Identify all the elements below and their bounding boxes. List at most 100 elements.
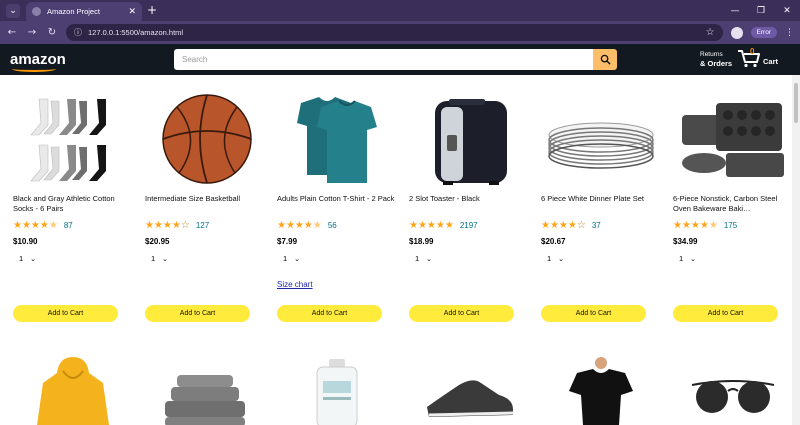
bookmark-star-icon[interactable]: ☆	[706, 27, 715, 38]
quantity-select[interactable]: 1 ⌄	[673, 254, 793, 263]
rating-stars-icon: ★★★★★	[13, 220, 58, 231]
product-rating: ★★★★☆ 37	[541, 220, 661, 231]
rating-count[interactable]: 127	[196, 221, 209, 230]
search-button[interactable]	[593, 49, 617, 70]
rating-count[interactable]: 56	[328, 221, 337, 230]
search-input[interactable]	[174, 49, 593, 70]
product-price: $34.99	[673, 237, 698, 246]
product-name[interactable]: 2 Slot Toaster - Black	[409, 194, 529, 214]
quantity-select[interactable]: 1 ⌄	[409, 254, 529, 263]
amazon-header: amazon Returns & Orders 0 Cart	[0, 44, 800, 75]
product-image-bakeware[interactable]	[673, 93, 793, 189]
add-to-cart-button[interactable]: Add to Cart	[13, 305, 118, 322]
error-badge[interactable]: Error	[750, 27, 777, 38]
chevron-down-icon: ⌄	[558, 254, 565, 263]
rating-count[interactable]: 37	[592, 221, 601, 230]
black-tshirt-image	[569, 357, 633, 425]
quantity-select[interactable]: 1 ⌄	[541, 254, 661, 263]
cart-icon	[738, 50, 760, 68]
add-to-cart-button[interactable]: Add to Cart	[541, 305, 646, 322]
forward-icon[interactable]: →	[26, 27, 38, 38]
chevron-down-icon: ⌄	[426, 254, 433, 263]
site-info-icon[interactable]: ⓘ	[74, 27, 82, 38]
hoodie-image	[37, 357, 109, 425]
product-image-sunglasses[interactable]	[673, 355, 793, 425]
quantity-select[interactable]: 1 ⌄	[13, 254, 133, 263]
add-to-cart-button[interactable]: Add to Cart	[409, 305, 514, 322]
tab-search-button[interactable]: ⌄	[6, 4, 20, 18]
product-image-toaster[interactable]	[409, 93, 529, 189]
browser-tab[interactable]: Amazon Project ✕	[26, 2, 142, 21]
product-image-plates[interactable]	[541, 93, 661, 189]
sunglasses-image	[691, 380, 775, 413]
product-card: Black and Gray Athletic Cotton Socks - 6…	[13, 93, 133, 263]
add-to-cart-button[interactable]: Add to Cart	[277, 305, 382, 322]
address-toolbar: ← → ↻ ⓘ 127.0.0.1:5500/amazon.html ☆ Err…	[0, 21, 800, 44]
chevron-down-icon: ⌄	[162, 254, 169, 263]
logo-smile-icon	[12, 66, 56, 72]
rating-count[interactable]: 2197	[460, 221, 478, 230]
cart-count: 0	[750, 47, 755, 56]
product-card: 6-Piece Nonstick, Carbon Steel Oven Bake…	[673, 93, 793, 263]
product-image-basketball[interactable]	[145, 93, 265, 189]
product-name[interactable]: Intermediate Size Basketball	[145, 194, 265, 214]
logo-text: amazon	[10, 50, 66, 68]
close-tab-icon[interactable]: ✕	[128, 7, 136, 17]
product-image-socks[interactable]	[13, 93, 133, 189]
product-image-hoodie[interactable]	[13, 355, 133, 425]
quantity-select[interactable]: 1 ⌄	[145, 254, 265, 263]
quantity-value: 1	[19, 254, 24, 263]
product-card	[13, 355, 133, 425]
product-image-towels[interactable]	[145, 355, 265, 425]
rating-count[interactable]: 175	[724, 221, 737, 230]
cart-link[interactable]: 0 Cart	[737, 47, 778, 68]
plates-image	[548, 122, 654, 169]
globe-icon	[32, 7, 41, 16]
detergent-image	[316, 359, 358, 425]
search-icon	[600, 54, 611, 65]
product-name[interactable]: 6-Piece Nonstick, Carbon Steel Oven Bake…	[673, 194, 793, 214]
page-scrollbar[interactable]	[792, 75, 800, 425]
profile-icon[interactable]	[730, 26, 743, 39]
product-rating: ★★★★☆ 127	[145, 220, 265, 231]
product-image-black-tshirt[interactable]	[541, 355, 661, 425]
product-name[interactable]: Adults Plain Cotton T-Shirt - 2 Pack	[277, 194, 397, 214]
window-controls: — ❐ ✕	[722, 0, 800, 21]
scrollbar-thumb[interactable]	[794, 83, 798, 123]
product-name[interactable]: 6 Piece White Dinner Plate Set	[541, 194, 661, 214]
product-price: $18.99	[409, 237, 434, 246]
rating-count[interactable]: 87	[64, 221, 73, 230]
minimize-icon[interactable]: —	[722, 0, 748, 21]
size-chart-link[interactable]: Size chart	[277, 280, 313, 289]
product-image-tshirt[interactable]	[277, 93, 397, 189]
product-price: $20.67	[541, 237, 566, 246]
product-card	[409, 355, 529, 425]
towels-image	[165, 375, 245, 425]
tab-title: Amazon Project	[47, 7, 100, 16]
returns-orders-link[interactable]: Returns & Orders	[700, 50, 732, 69]
url-text: 127.0.0.1:5500/amazon.html	[88, 28, 184, 37]
product-card	[541, 355, 661, 425]
product-image-detergent[interactable]	[277, 355, 397, 425]
product-price: $10.90	[13, 237, 38, 246]
back-icon[interactable]: ←	[6, 27, 18, 38]
product-rating: ★★★★★ 87	[13, 220, 133, 231]
tshirt-image	[297, 97, 377, 183]
quantity-select[interactable]: 1 ⌄	[277, 254, 397, 263]
reload-icon[interactable]: ↻	[46, 27, 58, 38]
search-bar	[174, 49, 617, 70]
new-tab-button[interactable]: +	[147, 3, 157, 17]
socks-image	[30, 98, 106, 182]
close-window-icon[interactable]: ✕	[774, 0, 800, 21]
product-image-shoe[interactable]	[409, 355, 529, 425]
url-field[interactable]: ⓘ 127.0.0.1:5500/amazon.html ☆	[66, 24, 723, 41]
rating-stars-icon: ★★★★★	[409, 220, 454, 231]
restore-icon[interactable]: ❐	[748, 0, 774, 21]
browser-menu-icon[interactable]: ⋮	[785, 28, 794, 38]
amazon-logo[interactable]: amazon	[10, 50, 70, 72]
add-to-cart-button[interactable]: Add to Cart	[145, 305, 250, 322]
returns-label: Returns	[700, 51, 723, 58]
product-name[interactable]: Black and Gray Athletic Cotton Socks - 6…	[13, 194, 133, 214]
chevron-down-icon: ⌄	[690, 254, 697, 263]
add-to-cart-button[interactable]: Add to Cart	[673, 305, 778, 322]
